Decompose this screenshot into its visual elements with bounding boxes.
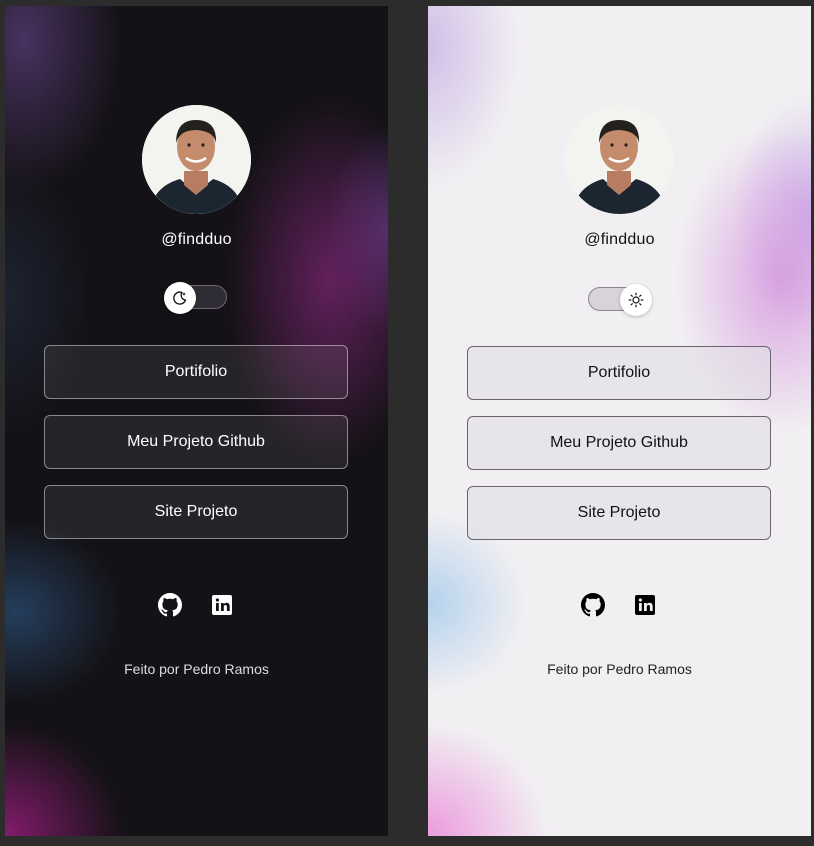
- moon-icon: [173, 291, 187, 305]
- toggle-knob[interactable]: [164, 282, 196, 314]
- light-theme-preview: @findduo Portifolio Meu Projeto Github S…: [428, 6, 811, 836]
- linkedin-icon[interactable]: [633, 593, 657, 617]
- github-project-button[interactable]: Meu Projeto Github: [467, 416, 771, 470]
- theme-toggle[interactable]: [164, 282, 227, 314]
- site-project-button[interactable]: Site Projeto: [467, 486, 771, 540]
- footer-credit: Feito por Pedro Ramos: [547, 661, 692, 677]
- theme-toggle[interactable]: [588, 284, 652, 316]
- dark-theme-preview: @findduo Portifolio Meu Projeto Github S…: [5, 6, 388, 836]
- github-icon[interactable]: [158, 593, 182, 617]
- toggle-knob[interactable]: [620, 284, 652, 316]
- username: @findduo: [161, 231, 232, 248]
- portifolio-button[interactable]: Portifolio: [44, 345, 348, 399]
- sun-icon: [628, 292, 644, 308]
- portifolio-button[interactable]: Portifolio: [467, 346, 771, 400]
- github-icon[interactable]: [581, 593, 605, 617]
- linkedin-icon[interactable]: [210, 593, 234, 617]
- site-project-button[interactable]: Site Projeto: [44, 485, 348, 539]
- avatar: [565, 105, 674, 214]
- username: @findduo: [584, 231, 655, 248]
- github-project-button[interactable]: Meu Projeto Github: [44, 415, 348, 469]
- avatar: [142, 105, 251, 214]
- footer-credit: Feito por Pedro Ramos: [124, 661, 269, 677]
